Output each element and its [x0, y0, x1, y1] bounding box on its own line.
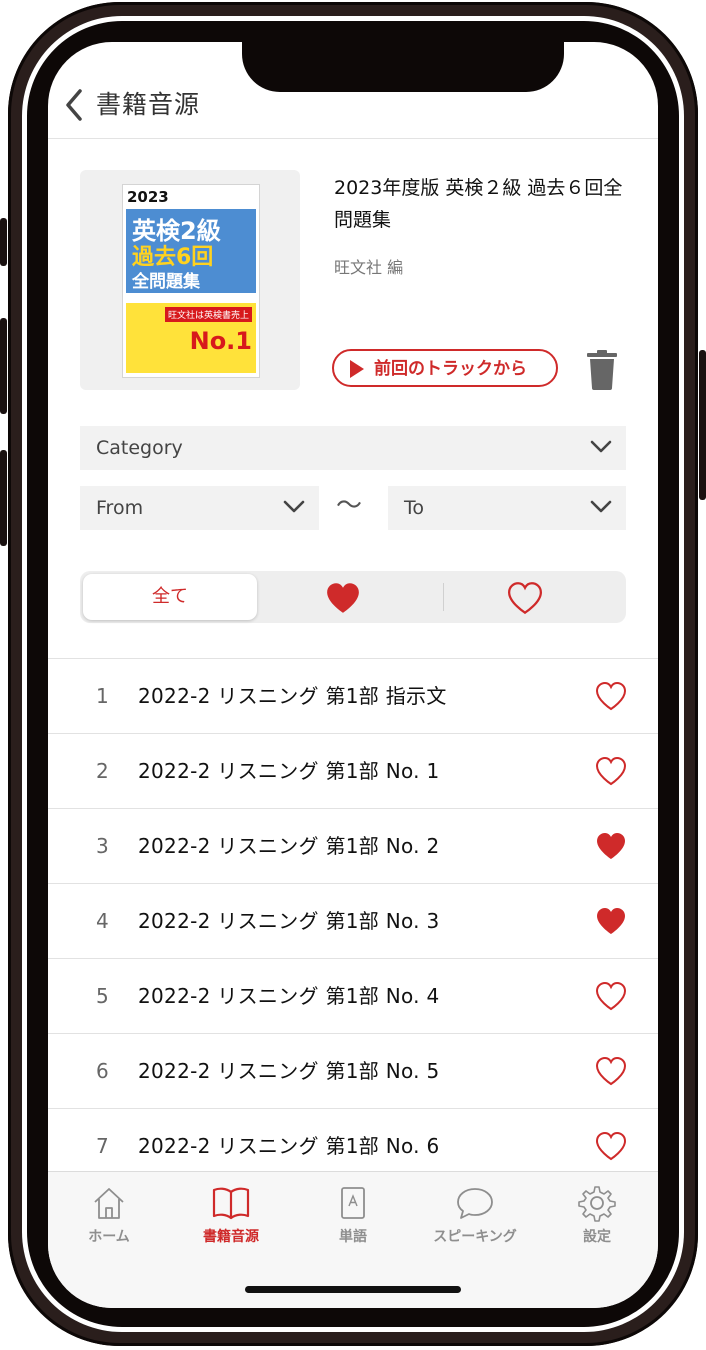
side-button	[0, 218, 7, 266]
chevron-down-icon	[283, 500, 305, 513]
favorite-filter-segment: 全て	[80, 571, 626, 623]
cover-badge: 旺文社は英検書売上	[164, 307, 252, 322]
category-select-label: Category	[96, 437, 183, 459]
from-select[interactable]: From	[80, 486, 319, 530]
track-title: 2022-2 リスニング 第1部 No. 4	[138, 984, 440, 1008]
from-select-label: From	[96, 497, 144, 519]
play-icon	[350, 360, 364, 378]
cover-title-band: 英検2級 過去6回 全問題集	[126, 209, 256, 293]
book-cover-container: 2023 英検2級 過去6回 全問題集 旺文社は英検書売上 No.1	[80, 170, 300, 390]
track-number: 2	[96, 759, 109, 783]
cover-title-line: 全問題集	[132, 272, 200, 292]
heart-filled-icon[interactable]	[595, 831, 627, 861]
tab-label: 書籍音源	[203, 1229, 259, 1245]
resume-button-label: 前回のトラックから	[374, 359, 527, 379]
notch	[242, 42, 564, 92]
tab-label: ホーム	[88, 1229, 130, 1245]
tab-label: 単語	[339, 1229, 367, 1245]
segment-divider	[443, 583, 444, 611]
tab-label: 設定	[583, 1229, 611, 1245]
track-number: 5	[96, 984, 109, 1008]
to-select[interactable]: To	[388, 486, 626, 530]
track-title: 2022-2 リスニング 第1部 No. 3	[138, 909, 440, 933]
heart-outline-icon[interactable]	[595, 681, 627, 711]
track-title: 2022-2 リスニング 第1部 No. 1	[138, 759, 440, 783]
track-title: 2022-2 リスニング 第1部 No. 2	[138, 834, 440, 858]
heart-outline-icon[interactable]	[506, 581, 544, 615]
book-title: 2023年度版 英検２級 過去６回全問題集	[334, 177, 623, 231]
track-title: 2022-2 リスニング 第1部 No. 5	[138, 1059, 440, 1083]
resume-from-last-track-button[interactable]: 前回のトラックから	[332, 349, 558, 387]
heart-filled-icon[interactable]	[595, 906, 627, 936]
cover-promo-band: 旺文社は英検書売上 No.1	[126, 303, 256, 373]
trash-icon[interactable]	[586, 350, 618, 390]
heart-outline-icon[interactable]	[595, 1131, 627, 1161]
tab-words[interactable]: 単語	[298, 1180, 408, 1250]
heart-outline-icon[interactable]	[595, 756, 627, 786]
speech-bubble-icon	[457, 1188, 493, 1219]
chevron-down-icon	[590, 500, 612, 513]
heart-filled-icon[interactable]	[324, 581, 362, 615]
cover-year: 2023	[127, 188, 169, 206]
heart-outline-icon[interactable]	[595, 981, 627, 1011]
track-number: 1	[96, 684, 109, 708]
category-select[interactable]: Category	[80, 426, 626, 470]
range-separator: 〜	[336, 491, 363, 521]
track-title: 2022-2 リスニング 第1部 指示文	[138, 684, 447, 708]
segment-all[interactable]: 全て	[83, 574, 257, 620]
app-screen: 書籍音源 2023 英検2級 過去6回 全問題集 旺文社は英検書売上 No.1 …	[48, 42, 658, 1308]
tab-books[interactable]: 書籍音源	[176, 1180, 286, 1250]
track-row[interactable]: 6 2022-2 リスニング 第1部 No. 5	[48, 1033, 658, 1108]
tab-label: スピーキング	[433, 1229, 517, 1245]
track-number: 3	[96, 834, 109, 858]
track-number: 4	[96, 909, 109, 933]
home-indicator	[245, 1286, 461, 1293]
heart-outline-icon[interactable]	[595, 1056, 627, 1086]
track-row[interactable]: 3 2022-2 リスニング 第1部 No. 2	[48, 808, 658, 883]
chevron-left-icon[interactable]	[64, 88, 84, 122]
home-icon	[94, 1188, 124, 1219]
book-author: 旺文社 編	[334, 258, 404, 277]
side-button	[0, 318, 7, 414]
page-title: 書籍音源	[96, 90, 201, 119]
cover-no1: No.1	[189, 327, 252, 355]
tab-home[interactable]: ホーム	[54, 1180, 164, 1250]
book-icon	[212, 1187, 250, 1220]
book-cover-image: 2023 英検2級 過去6回 全問題集 旺文社は英検書売上 No.1	[122, 184, 260, 378]
tab-settings[interactable]: 設定	[542, 1180, 652, 1250]
track-number: 6	[96, 1059, 109, 1083]
tab-speaking[interactable]: スピーキング	[420, 1180, 530, 1250]
track-row[interactable]: 5 2022-2 リスニング 第1部 No. 4	[48, 958, 658, 1033]
chevron-down-icon	[590, 440, 612, 453]
word-card-icon	[341, 1187, 365, 1219]
track-row[interactable]: 2 2022-2 リスニング 第1部 No. 1	[48, 733, 658, 808]
to-select-label: To	[404, 497, 425, 519]
gear-icon	[578, 1186, 616, 1222]
side-button	[0, 450, 7, 546]
track-list: 1 2022-2 リスニング 第1部 指示文 2 2022-2 リスニング 第1…	[48, 658, 658, 1183]
side-button	[699, 350, 706, 500]
track-row[interactable]: 1 2022-2 リスニング 第1部 指示文	[48, 658, 658, 733]
track-row[interactable]: 4 2022-2 リスニング 第1部 No. 3	[48, 883, 658, 958]
